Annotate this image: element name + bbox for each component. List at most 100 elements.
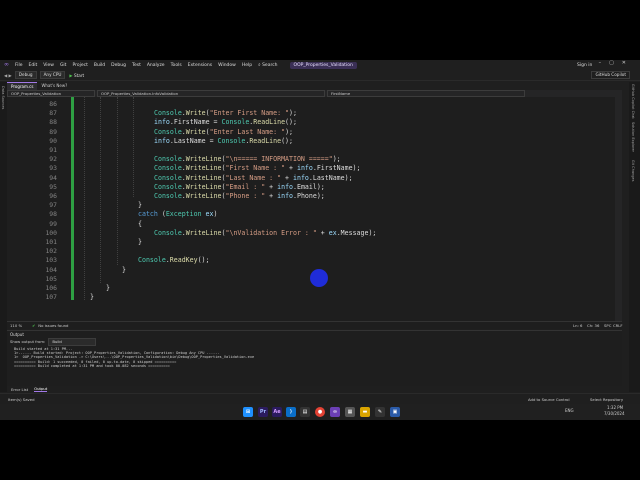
output-title: Output — [10, 332, 24, 337]
indent-guide — [133, 97, 134, 197]
menu-test[interactable]: Test — [132, 63, 141, 68]
output-source-dropdown[interactable]: Build — [48, 337, 97, 346]
code-line[interactable]: Console.WriteLine("Email : " + info.Emai… — [154, 183, 325, 191]
code-line[interactable]: Console.ReadKey(); — [138, 256, 210, 264]
code-editor[interactable]: 86 87 88 89 90 91 92 93 94 95 96 97 98 99 100 101 102 103… — [7, 97, 622, 321]
editor-vertical-scrollbar[interactable] — [615, 97, 622, 321]
indent-guide — [84, 97, 85, 300]
code-line[interactable]: catch (Exception ex) — [138, 210, 217, 218]
select-repository-button[interactable]: Select Repository — [590, 397, 623, 402]
git-changes-tab[interactable]: Git Changes — [631, 160, 635, 181]
line-number: 88 — [49, 118, 57, 127]
char-indicator: Ch: 36 — [587, 323, 600, 328]
line-number: 102 — [45, 247, 57, 256]
code-line[interactable]: Console.WriteLine("\n===== INFORMATION =… — [154, 155, 341, 163]
code-line[interactable]: Console.WriteLine("Phone : " + info.Phon… — [154, 192, 325, 200]
line-number: 101 — [45, 238, 57, 246]
language-indicator[interactable]: ENG — [565, 408, 574, 413]
document-tabs: Program.cs What's New? — [7, 81, 622, 91]
project-dropdown[interactable]: OOP_Properties_Validation — [7, 90, 95, 97]
save-status: Item(s) Saved — [8, 397, 35, 402]
file-explorer-icon[interactable]: ▤ — [300, 407, 310, 417]
tab-output[interactable]: Output — [34, 386, 48, 392]
class-dropdown[interactable]: OOP_Properties_Validation.InfoValidation — [97, 90, 325, 97]
clock-date[interactable]: 7/30/2024 — [604, 411, 625, 416]
line-number: 104 — [45, 265, 57, 274]
window-controls[interactable]: –▢✕ — [599, 60, 634, 66]
visual-studio-icon[interactable]: ∞ — [330, 407, 340, 417]
line-number: 87 — [49, 109, 57, 118]
menu-analyze[interactable]: Analyze — [147, 63, 165, 68]
menu-file[interactable]: File — [15, 63, 23, 68]
tab-error-list[interactable]: Error List — [11, 387, 28, 392]
menu-git[interactable]: Git — [60, 63, 67, 68]
solution-explorer-tab[interactable]: Solution Explorer — [631, 122, 635, 152]
code-line[interactable]: Console.WriteLine("First Name : " + info… — [154, 164, 361, 172]
line-number: 100 — [45, 228, 57, 237]
right-tool-rail: GitHub Copilot Chat Solution Explorer Gi… — [629, 82, 640, 392]
menu-build[interactable]: Build — [94, 63, 105, 68]
platform-dropdown[interactable]: Any CPU — [39, 71, 66, 79]
photos-icon[interactable]: ▣ — [390, 407, 400, 417]
output-panel: Output Show output from: Build Build sta… — [7, 330, 622, 387]
github-copilot-button[interactable]: GitHub Copilot — [591, 71, 630, 79]
sign-in-link[interactable]: Sign in — [577, 63, 592, 68]
zoom-level[interactable]: 110 % — [10, 323, 22, 328]
code-line[interactable]: } — [138, 238, 142, 246]
code-line[interactable]: { — [138, 220, 142, 228]
output-source-row: Show output from: Build — [7, 337, 622, 346]
menu-extensions[interactable]: Extensions — [188, 63, 212, 68]
code-line[interactable]: Console.WriteLine("\nValidation Error : … — [154, 229, 376, 237]
editor-status-line: 110 % ✔ No issues found Ln: 6 Ch: 36 SPC… — [7, 321, 623, 329]
config-dropdown[interactable]: Debug — [14, 71, 37, 79]
menu-bar: ∞ File Edit View Git Project Build Debug… — [0, 60, 640, 70]
tab-whats-new[interactable]: What's New? — [37, 82, 71, 90]
nav-back-icon[interactable]: ◀ ▶ — [4, 73, 12, 78]
line-number: 86 — [49, 100, 57, 108]
menu-project[interactable]: Project — [72, 63, 87, 68]
left-tool-rail: Data Sources — [0, 82, 7, 392]
line-number: 90 — [49, 136, 57, 145]
line-number: 93 — [49, 164, 57, 173]
code-line[interactable]: } — [122, 266, 126, 274]
code-line[interactable]: } — [90, 293, 94, 301]
menu-window[interactable]: Window — [218, 63, 236, 68]
clock-time[interactable]: 1:32 PM — [607, 405, 623, 410]
line-ending-indicator[interactable]: CRLF — [613, 323, 623, 328]
indent-guide — [100, 97, 101, 283]
code-line[interactable]: Console.Write("Enter First Name: "); — [154, 109, 297, 117]
code-line[interactable]: info.FirstName = Console.ReadLine(); — [154, 118, 297, 126]
copilot-chat-tab[interactable]: GitHub Copilot Chat — [631, 84, 635, 119]
solution-title: OOP_Properties_Validation — [289, 61, 357, 69]
menu-edit[interactable]: Edit — [29, 63, 38, 68]
data-sources-tab[interactable]: Data Sources — [1, 86, 5, 109]
mouse-cursor-highlight — [310, 269, 328, 287]
start-button[interactable]: ▶ Start — [69, 73, 84, 78]
menu-debug[interactable]: Debug — [111, 63, 126, 68]
notes-icon[interactable]: ✎ — [375, 407, 385, 417]
line-number: 95 — [49, 182, 57, 191]
issues-status[interactable]: No issues found — [38, 323, 68, 328]
code-line[interactable]: } — [138, 201, 142, 209]
line-number: 99 — [49, 219, 57, 228]
search-box[interactable]: ⌕ Search — [258, 62, 277, 68]
menu-tools[interactable]: Tools — [171, 63, 182, 68]
code-line[interactable]: Console.WriteLine("Last Name : " + info.… — [154, 174, 353, 182]
line-number: 106 — [45, 284, 57, 292]
member-dropdown[interactable]: FirstName — [327, 90, 525, 97]
add-source-control-button[interactable]: Add to Source Control — [528, 397, 570, 402]
vs-code-icon[interactable]: ⟩ — [286, 407, 296, 417]
windows-start-icon[interactable]: ⊞ — [243, 407, 253, 417]
after-effects-icon[interactable]: Ae — [272, 407, 282, 417]
chrome-icon[interactable]: ● — [315, 407, 325, 417]
windows-taskbar: ⊞ Pr Ae ⟩ ▤ ● ∞ ▦ ▬ ✎ ▣ ENG 1:32 PM 7/30… — [0, 404, 640, 420]
code-line[interactable]: } — [106, 284, 110, 292]
menu-view[interactable]: View — [43, 63, 54, 68]
folder-icon[interactable]: ▬ — [360, 407, 370, 417]
spacing-indicator[interactable]: SPC — [604, 323, 611, 328]
code-line[interactable]: info.LastName = Console.ReadLine(); — [154, 137, 293, 145]
active-app-icon[interactable]: ▦ — [345, 407, 355, 417]
premiere-pro-icon[interactable]: Pr — [258, 407, 268, 417]
code-line[interactable]: Console.Write("Enter Last Name: "); — [154, 128, 293, 136]
menu-help[interactable]: Help — [242, 63, 252, 68]
